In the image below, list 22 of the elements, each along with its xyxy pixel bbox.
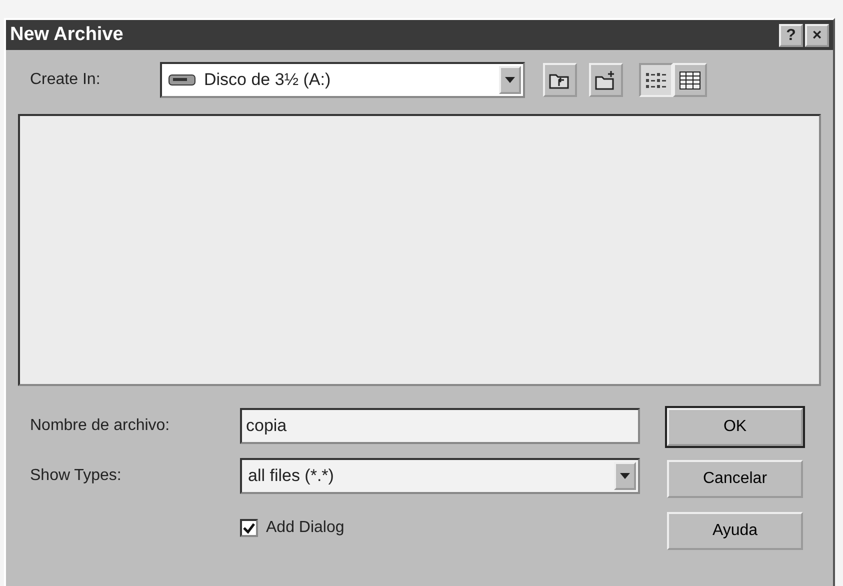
help-button[interactable]: Ayuda [667,512,803,550]
cancel-button[interactable]: Cancelar [667,460,803,498]
create-in-dropdown[interactable]: Disco de 3½ (A:) [160,62,525,98]
caret-icon [620,473,630,479]
add-dialog-label[interactable]: Add Dialog [266,516,344,540]
details-view-icon [678,69,702,91]
toolbar-button[interactable] [589,63,623,97]
show-types-label: Show Types: [30,466,122,486]
file-name-field[interactable]: copia [240,408,640,444]
close-button[interactable]: × [805,24,829,46]
toolbar-button[interactable] [543,63,577,97]
help-button[interactable]: ? [779,24,803,46]
file-name-label: Nombre de archivo: [30,416,171,436]
window-title: New Archive [10,22,124,47]
toolbar-button[interactable] [639,63,673,97]
checkbox[interactable] [240,519,258,537]
create-in-label: Create In: [30,70,102,90]
ok-button[interactable]: OK [667,408,803,446]
toolbar-button[interactable] [673,63,707,97]
show-types-dropdown[interactable]: all files (*.*) [240,458,640,494]
caret-icon [505,77,515,83]
floppy-drive-icon [168,72,196,88]
